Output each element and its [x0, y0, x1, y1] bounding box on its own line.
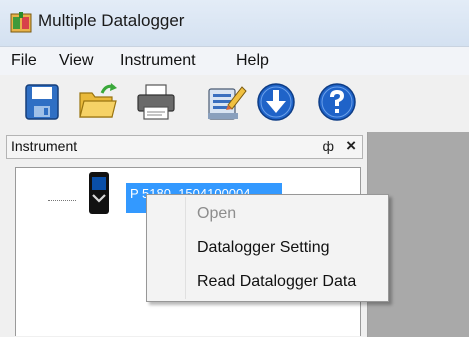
toolbar — [0, 75, 469, 129]
panel-title: Instrument — [11, 138, 78, 154]
settings-button[interactable] — [204, 81, 248, 123]
application-window: Multiple Datalogger File View Instrument… — [0, 0, 469, 337]
tree-connector-line — [48, 200, 76, 201]
menu-view[interactable]: View — [59, 52, 93, 70]
menu-instrument[interactable]: Instrument — [120, 52, 196, 70]
download-button[interactable] — [254, 81, 298, 123]
window-title: Multiple Datalogger — [38, 11, 185, 30]
open-button[interactable] — [76, 81, 120, 123]
help-icon — [318, 83, 356, 121]
title-bar[interactable]: Multiple Datalogger — [0, 0, 469, 46]
pin-icon[interactable]: ф — [322, 138, 334, 154]
download-icon — [257, 83, 295, 121]
close-icon[interactable]: × — [346, 136, 356, 156]
menu-bar: File View Instrument Help — [0, 46, 469, 76]
menu-gutter-divider — [185, 197, 186, 299]
menu-help[interactable]: Help — [236, 52, 269, 70]
open-folder-icon — [79, 83, 117, 118]
datalogger-device-icon[interactable] — [88, 171, 110, 215]
datalogger-app-icon — [10, 12, 32, 33]
context-menu-datalogger-setting[interactable]: Datalogger Setting — [197, 239, 330, 257]
panel-header: Instrument ф × — [6, 135, 363, 159]
context-menu: Open Datalogger Setting Read Datalogger … — [146, 194, 389, 302]
context-menu-open: Open — [197, 205, 237, 222]
print-icon — [137, 84, 175, 120]
print-button[interactable] — [134, 81, 178, 123]
edit-settings-icon — [208, 86, 247, 120]
menu-file[interactable]: File — [11, 52, 37, 70]
help-button[interactable] — [315, 81, 359, 123]
save-icon — [25, 84, 59, 120]
context-menu-read-datalogger-data[interactable]: Read Datalogger Data — [197, 273, 356, 291]
save-button[interactable] — [20, 81, 64, 123]
